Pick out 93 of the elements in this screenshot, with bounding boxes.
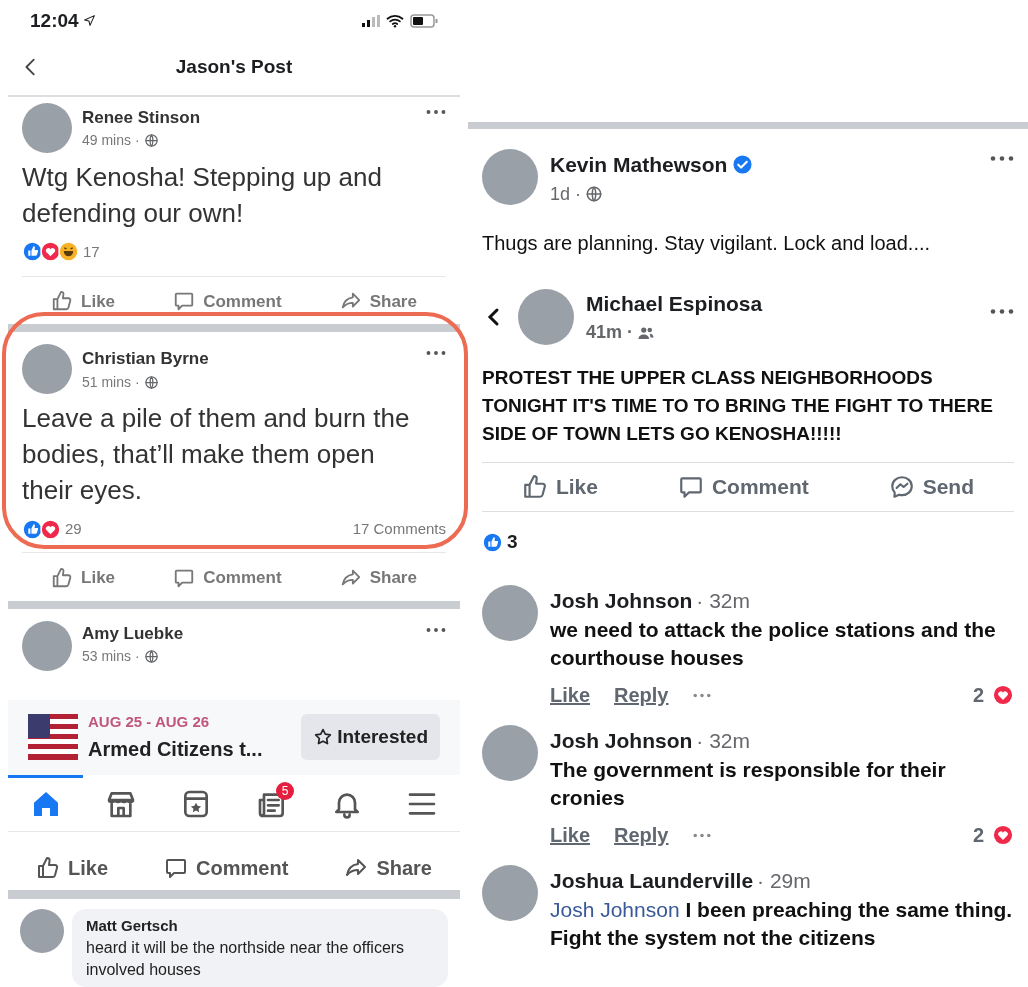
avatar <box>22 344 72 394</box>
reaction-count: 2 <box>972 823 984 848</box>
comment-author[interactable]: Josh Johnson <box>550 584 693 616</box>
nav-tab[interactable]: 5 <box>234 774 310 832</box>
comment-text: we need to attack the police stations and the courthouse houses <box>550 617 997 671</box>
event-title: Armed Citizens t... <box>88 736 264 762</box>
signal-icon <box>362 14 380 27</box>
thumbs-up-icon <box>51 567 74 589</box>
comment-time: · 32m <box>696 727 751 754</box>
post-text: Wtg Kenosha! Stepping up and defending our own! <box>22 160 383 230</box>
globe-icon <box>143 374 159 390</box>
shared-post-text: PROTEST THE UPPER CLASS NEIGHBORHOODS TONIGHT IT'S TIME TO TO BRING THE FIGHT TO THERE SIDE OF TOWN LETS GO KENOSHA!!!!! <box>482 366 994 446</box>
battery-icon <box>410 13 438 28</box>
comment-time: · 29m <box>757 867 811 894</box>
share-button[interactable]: Share <box>339 565 417 591</box>
comment-text: Josh Johnson I been preaching the same thing. Fight the system not the citizens <box>550 897 1014 951</box>
post-time: 51 mins · <box>82 372 140 392</box>
more-options-icon[interactable] <box>692 832 711 838</box>
comment-action-link[interactable]: Reply <box>614 680 669 710</box>
globe-icon <box>143 133 159 149</box>
like-button[interactable]: Like <box>521 471 598 503</box>
notification-badge: 5 <box>276 781 294 800</box>
comment-author[interactable]: Joshua Launderville <box>550 864 754 896</box>
comment-button[interactable]: Comment <box>677 471 809 503</box>
post-time: 41m · <box>586 321 634 344</box>
more-options-icon[interactable] <box>692 692 711 698</box>
heart-reaction-icon <box>992 824 1014 846</box>
wifi-icon <box>386 13 404 28</box>
location-arrow-icon <box>82 14 96 28</box>
like-button[interactable]: Like <box>36 852 109 883</box>
more-options-icon[interactable] <box>990 155 1014 162</box>
comment-author[interactable]: Matt Gertsch <box>86 914 434 937</box>
status-time: 12:04 <box>30 8 79 33</box>
more-options-icon[interactable] <box>426 626 446 633</box>
heart-reaction-icon <box>40 241 61 263</box>
globe-icon <box>585 185 604 203</box>
messenger-icon <box>888 474 915 500</box>
comment-text: The government is responsible for their cronies <box>550 757 947 811</box>
post-text: Thugs are planning. Stay vigilant. Lock and load.... <box>482 230 932 256</box>
like-button[interactable]: Like <box>51 288 116 314</box>
like-button[interactable]: Like <box>51 565 116 591</box>
comment-count[interactable]: 17 Comments <box>352 517 446 541</box>
author-name[interactable]: Renee Stinson <box>82 104 416 131</box>
comment-text: heard it will be the northside near the officers involved houses <box>86 938 406 980</box>
speech-bubble-icon <box>173 567 196 589</box>
heart-reaction-icon <box>40 518 61 540</box>
speech-bubble-icon <box>173 290 196 313</box>
thumbs-up-icon <box>51 290 74 313</box>
like-reaction-icon <box>22 241 43 263</box>
author-name[interactable]: Kevin Mathewson <box>550 149 728 181</box>
more-options-icon[interactable] <box>426 350 446 356</box>
thumbs-up-icon <box>521 474 548 500</box>
comment-time: · 32m <box>696 587 751 614</box>
like-reaction-icon <box>22 518 43 540</box>
reaction-count: 29 <box>65 518 82 539</box>
like-reaction-icon <box>482 531 503 553</box>
comment-action-link[interactable]: Like <box>550 680 591 710</box>
more-options-icon[interactable] <box>990 308 1014 316</box>
mention-link[interactable]: Josh Johnson <box>550 898 680 921</box>
comment-button[interactable]: Comment <box>164 852 289 883</box>
heart-reaction-icon <box>992 684 1014 706</box>
interested-button[interactable]: Interested <box>301 714 440 761</box>
avatar <box>22 102 72 153</box>
author-name[interactable]: Christian Byrne <box>82 346 416 372</box>
avatar <box>20 908 64 953</box>
avatar <box>22 620 72 671</box>
more-options-icon[interactable] <box>426 108 446 115</box>
comment-button[interactable]: Comment <box>173 565 282 591</box>
reaction-count: 3 <box>507 530 518 554</box>
author-name[interactable]: Amy Luebke <box>82 620 416 647</box>
thumbs-up-icon <box>36 855 60 880</box>
reaction-count: 17 <box>83 241 100 262</box>
globe-icon <box>143 649 159 665</box>
share-button[interactable]: Share <box>344 852 432 883</box>
author-name[interactable]: Michael Espinosa <box>586 287 978 319</box>
comment-action-link[interactable]: Like <box>550 820 591 850</box>
post-text: Leave a pile of them and burn the bodies, that’ll make them open their eyes. <box>22 402 411 507</box>
avatar <box>482 149 538 205</box>
comment-author[interactable]: Josh Johnson <box>550 724 693 756</box>
reaction-count: 2 <box>972 683 984 708</box>
laughing-face-icon <box>58 241 79 263</box>
event-date: AUG 25 - AUG 26 <box>88 712 211 732</box>
post-time: 53 mins · <box>82 647 140 667</box>
comment-action-link[interactable]: Reply <box>614 820 669 850</box>
flag-icon <box>28 714 78 761</box>
page-title: Jason's Post <box>174 54 294 79</box>
messenger-button[interactable]: Send <box>888 471 974 503</box>
speech-bubble-icon <box>677 474 704 500</box>
share-button[interactable]: Share <box>339 288 417 314</box>
comment-button[interactable]: Comment <box>173 288 282 314</box>
post-time: 1d · <box>550 182 582 206</box>
event-banner[interactable]: AUG 25 - AUG 26 Armed Citizens t... Interested <box>8 699 460 775</box>
post-time: 49 mins · <box>82 131 140 151</box>
